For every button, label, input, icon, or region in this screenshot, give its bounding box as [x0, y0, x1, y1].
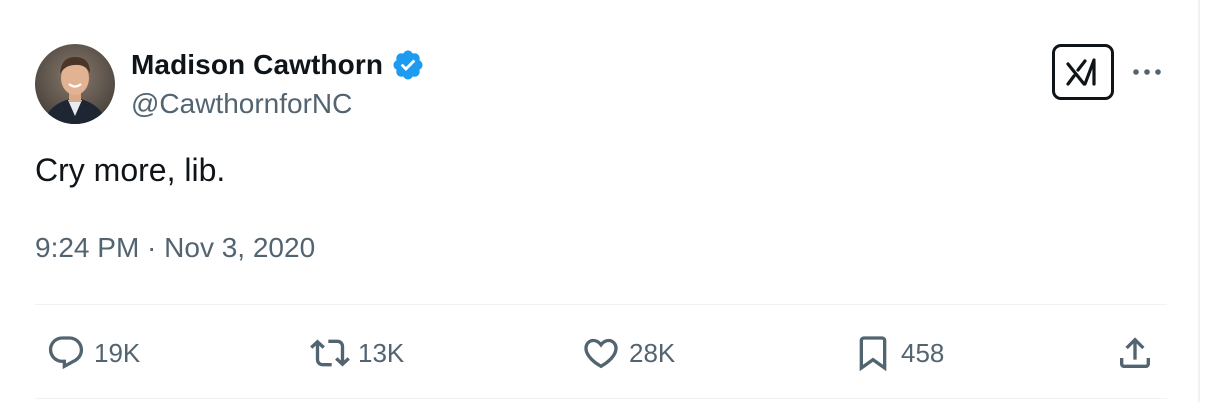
grok-logo-icon[interactable]: [1052, 44, 1114, 100]
more-options-button[interactable]: [1130, 58, 1164, 86]
more-dots-icon: [1133, 69, 1161, 75]
share-icon: [1120, 337, 1150, 368]
author-name-row: Madison Cawthorn: [131, 46, 425, 84]
avatar-photo: [35, 44, 115, 124]
tweet-text: Cry more, lib.: [35, 152, 226, 188]
author-display-name[interactable]: Madison Cawthorn: [131, 49, 383, 81]
verified-badge-icon: [391, 48, 425, 82]
like-count: 28K: [629, 337, 676, 368]
tweet-timestamp[interactable]: 9:24 PM · Nov 3, 2020: [35, 232, 315, 264]
like-button[interactable]: 28K: [581, 333, 675, 373]
avatar[interactable]: [35, 44, 115, 124]
bookmark-button[interactable]: 458: [853, 333, 944, 373]
reply-button[interactable]: 19K: [46, 333, 140, 373]
retweet-button[interactable]: 13K: [310, 333, 404, 373]
author-handle[interactable]: @CawthornforNC: [131, 88, 352, 120]
reply-icon: [48, 336, 84, 370]
retweet-icon: [310, 339, 350, 367]
tweet-card: Madison Cawthorn @CawthornforNC Cry more…: [0, 0, 1200, 402]
bookmark-icon: [859, 336, 887, 372]
reply-count: 19K: [94, 337, 141, 368]
divider: [35, 304, 1167, 305]
bookmark-count: 458: [901, 337, 945, 368]
share-button[interactable]: [1115, 333, 1155, 373]
heart-icon: [584, 338, 618, 369]
retweet-count: 13K: [358, 337, 405, 368]
divider: [35, 398, 1167, 399]
